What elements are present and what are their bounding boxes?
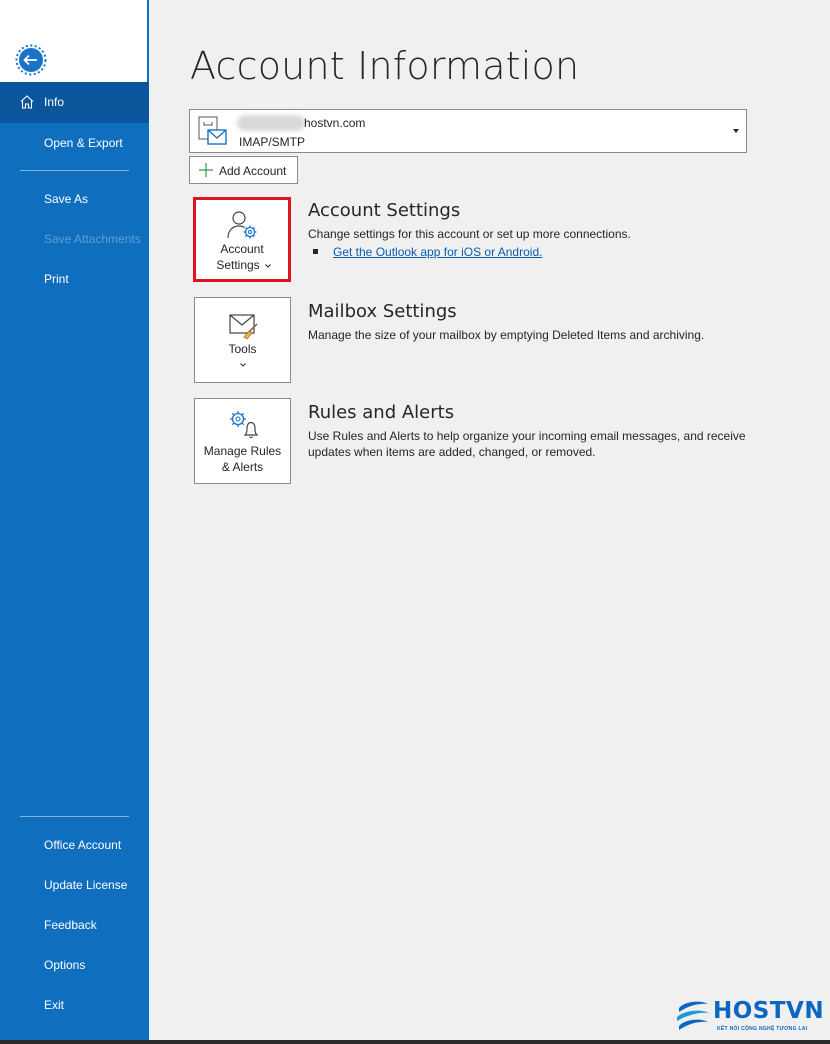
backstage-sidebar: Info Open & Export Save As Save Attachme… (0, 0, 149, 1040)
sidebar-divider (20, 170, 129, 171)
chevron-down-icon (265, 264, 271, 268)
rules-alerts-title: Rules and Alerts (308, 402, 455, 423)
account-settings-description: Change settings for this account or set … (308, 227, 631, 241)
back-button[interactable] (14, 44, 50, 80)
chevron-down-icon (239, 363, 246, 367)
hostvn-brand: HOSTVN (713, 998, 825, 1024)
account-settings-button[interactable]: Account Settings (193, 197, 291, 282)
sidebar-item-update-license[interactable]: Update License (44, 878, 127, 892)
hostvn-logo-mark-icon (677, 1001, 709, 1030)
mailbox-settings-description: Manage the size of your mailbox by empty… (308, 328, 705, 342)
sidebar-item-office-account[interactable]: Office Account (44, 838, 121, 852)
sidebar-item-feedback[interactable]: Feedback (44, 918, 97, 932)
account-settings-title: Account Settings (308, 200, 461, 221)
envelope-broom-icon (228, 314, 258, 340)
sidebar-item-save-as[interactable]: Save As (44, 192, 88, 206)
redacted-email-user (237, 115, 305, 131)
sidebar-item-info-label: Info (44, 95, 65, 109)
tools-tile-label: Tools (228, 342, 257, 356)
rules-alerts-description-line1: Use Rules and Alerts to help organize yo… (308, 429, 746, 443)
mailbox-settings-title: Mailbox Settings (308, 301, 457, 322)
tools-button[interactable]: Tools (194, 297, 291, 383)
manage-rules-tile-label-2: & Alerts (221, 460, 264, 474)
outlook-mobile-app-link[interactable]: Get the Outlook app for iOS or Android. (333, 245, 542, 259)
add-account-label: Add Account (219, 164, 287, 178)
plus-icon (199, 163, 213, 177)
sidebar-item-exit[interactable]: Exit (44, 998, 64, 1012)
mailbox-account-icon (198, 116, 227, 145)
hostvn-tagline: KẾT NỐI CÔNG NGHỆ TƯƠNG LAI (717, 1026, 808, 1032)
account-settings-tile-label-1: Account (220, 242, 264, 256)
person-gear-icon (227, 211, 257, 239)
home-icon (20, 95, 34, 109)
page-title: Account Information (190, 44, 580, 88)
sidebar-divider (20, 816, 129, 817)
dropdown-caret-icon (733, 129, 739, 133)
gear-bell-icon (229, 411, 258, 439)
sidebar-item-save-attachments: Save Attachments (44, 232, 141, 246)
add-account-button[interactable]: Add Account (189, 156, 298, 184)
rules-alerts-description-line2: updates when items are added, changed, o… (308, 445, 596, 459)
account-email: hostvn.com (304, 116, 366, 130)
manage-rules-alerts-button[interactable]: Manage Rules & Alerts (194, 398, 291, 484)
account-selector[interactable]: hostvn.com IMAP/SMTP (189, 109, 747, 153)
sidebar-item-open-export[interactable]: Open & Export (44, 136, 123, 150)
account-type: IMAP/SMTP (239, 135, 306, 149)
bottom-taskbar-strip (0, 1040, 830, 1044)
manage-rules-tile-label-1: Manage Rules (203, 444, 282, 458)
sidebar-item-print[interactable]: Print (44, 272, 69, 286)
sidebar-item-info[interactable]: Info (0, 82, 149, 123)
hostvn-logo: HOSTVN KẾT NỐI CÔNG NGHỆ TƯƠNG LAI (673, 995, 830, 1040)
back-arrow-icon (15, 44, 47, 76)
bullet-icon (313, 249, 318, 254)
sidebar-item-options[interactable]: Options (44, 958, 85, 972)
